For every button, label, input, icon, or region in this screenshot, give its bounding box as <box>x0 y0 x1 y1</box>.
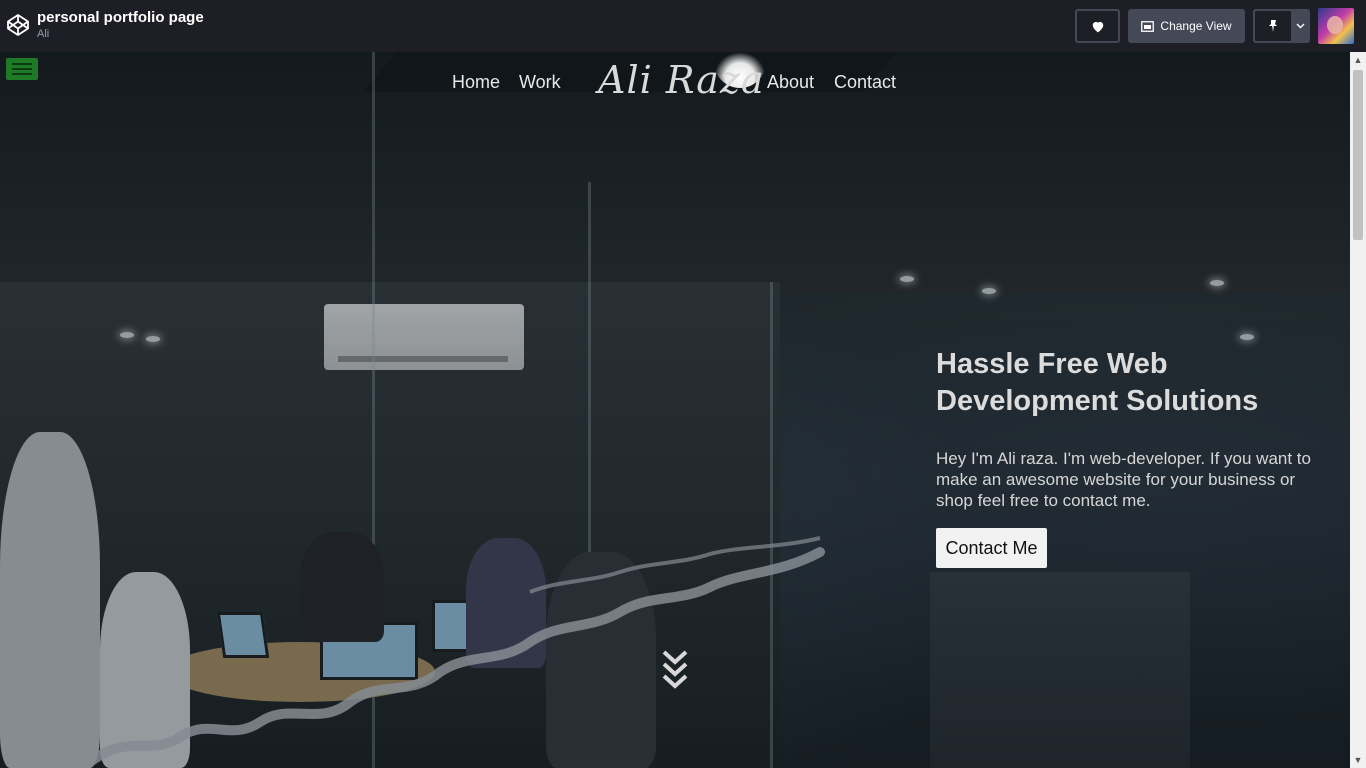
hamburger-icon-line <box>12 68 32 70</box>
double-chevron-down-icon[interactable] <box>660 648 690 696</box>
nav-work-link[interactable]: Work <box>519 72 561 93</box>
scroll-down-arrow-icon[interactable]: ▼ <box>1350 752 1366 768</box>
site-brand-logo[interactable]: Ali Raza <box>598 58 765 102</box>
scroll-thumb[interactable] <box>1353 70 1363 240</box>
scroll-down-chevrons <box>662 650 688 689</box>
nav-about-link[interactable]: About <box>767 72 814 93</box>
pen-title[interactable]: personal portfolio page <box>37 9 204 27</box>
layout-icon <box>1141 20 1155 32</box>
pen-author[interactable]: Ali <box>37 27 204 41</box>
user-avatar[interactable] <box>1318 8 1354 44</box>
codepen-icon[interactable] <box>6 13 30 37</box>
chevron-down-icon <box>1296 23 1305 29</box>
menu-toggle-button[interactable] <box>6 58 38 80</box>
change-view-button[interactable]: Change View <box>1128 9 1245 43</box>
scroll-up-arrow-icon[interactable]: ▲ <box>1350 52 1366 68</box>
pin-icon <box>1269 20 1277 32</box>
heart-icon <box>1092 21 1103 32</box>
hero-title: Hassle Free Web Development Solutions <box>936 348 1259 417</box>
pen-title-block: personal portfolio page Ali <box>37 9 204 41</box>
editor-topbar: personal portfolio page Ali Change View <box>0 0 1366 52</box>
nav-home-link[interactable]: Home <box>452 72 500 93</box>
hamburger-icon <box>12 63 32 65</box>
contact-me-button[interactable]: Contact Me <box>936 528 1047 568</box>
hero-description: Hey I'm Ali raza. I'm web-developer. If … <box>936 449 1311 510</box>
love-button[interactable] <box>1075 9 1120 43</box>
nav-contact-link[interactable]: Contact <box>834 72 896 93</box>
pin-button[interactable] <box>1253 9 1293 43</box>
change-view-label: Change View <box>1160 19 1232 33</box>
preview-frame: Home Work Ali Raza About Contact Hassle … <box>0 52 1350 768</box>
preview-scrollbar[interactable]: ▲ ▼ <box>1350 52 1366 768</box>
pin-dropdown-button[interactable] <box>1291 9 1310 43</box>
hamburger-icon-line <box>12 73 32 75</box>
